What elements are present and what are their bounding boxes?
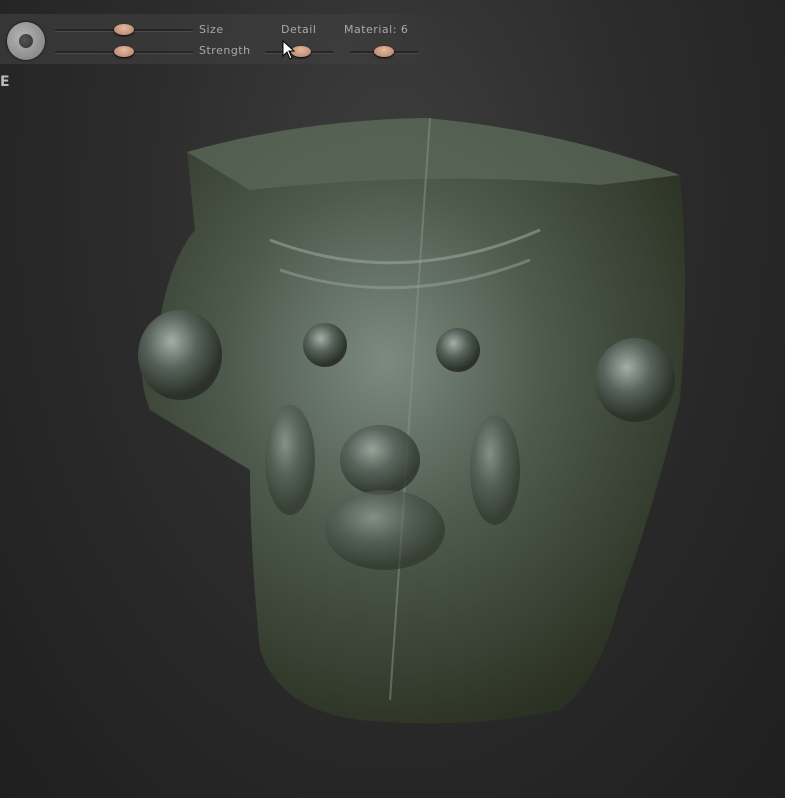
size-label: Size [199, 23, 224, 36]
edge-label: E [0, 74, 10, 90]
size-slider[interactable] [55, 24, 193, 35]
brush-ring-icon[interactable] [7, 22, 45, 60]
size-slider-handle[interactable] [114, 24, 134, 35]
material-slider-handle[interactable] [374, 46, 394, 57]
mouse-cursor-icon [282, 40, 296, 60]
strength-label: Strength [199, 44, 251, 57]
brush-toolbar: Size Strength Detail Material: 6 [0, 14, 440, 64]
detail-label: Detail [281, 23, 317, 36]
sculpt-model[interactable] [0, 0, 785, 798]
material-label: Material: 6 [344, 23, 409, 36]
detail-slider[interactable] [265, 46, 333, 57]
strength-slider-handle[interactable] [114, 46, 134, 57]
material-slider[interactable] [350, 46, 418, 57]
strength-slider[interactable] [55, 46, 193, 57]
